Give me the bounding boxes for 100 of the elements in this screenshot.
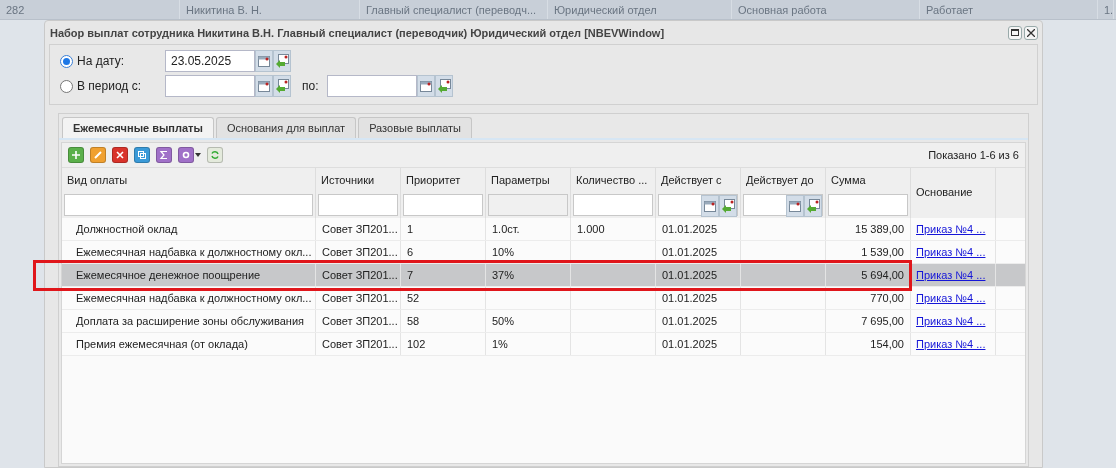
table-cell: Совет ЗП201...: [316, 287, 401, 309]
close-button[interactable]: [1024, 25, 1038, 40]
sigma-icon: [159, 150, 169, 160]
tab[interactable]: Ежемесячные выплаты: [62, 117, 214, 138]
column-header[interactable]: Вид оплаты: [64, 170, 313, 186]
table-cell: 6: [401, 241, 486, 263]
calendar-arrow-icon: [436, 79, 451, 93]
background-grid-cell: 1.: [1098, 0, 1114, 19]
table-cell: 7 695,00: [826, 310, 911, 332]
close-icon: [115, 150, 125, 160]
calendar-icon: [704, 200, 716, 212]
copy-button[interactable]: [134, 147, 150, 163]
copy-icon: [137, 150, 147, 160]
document-link[interactable]: Приказ №4 ...: [916, 338, 986, 350]
close-icon: [1027, 28, 1035, 37]
table-cell: 102: [401, 333, 486, 355]
table-row[interactable]: Должностной оклад Совет ЗП201... 1 1.0ст. 1.000 01.01.2025 15 389,00 Приказ №4 ...: [62, 218, 1025, 241]
table-cell: Ежемесячная надбавка к должностному окл...: [62, 241, 316, 263]
filter-field[interactable]: [318, 194, 398, 216]
calendar-button[interactable]: [255, 50, 273, 72]
settings-button[interactable]: [178, 147, 194, 163]
field-label: На дату:: [77, 54, 126, 68]
paging-info: Показано 1-6 из 6: [928, 149, 1019, 161]
table-cell: 37%: [486, 264, 571, 286]
calendar-icon: [258, 55, 270, 67]
table-cell: Доплата за расширение зоны обслуживания: [62, 310, 316, 332]
table-cell: Совет ЗП201...: [316, 241, 401, 263]
calendar-icon: [258, 80, 270, 92]
sum-button[interactable]: [156, 147, 172, 163]
date-field[interactable]: [165, 75, 255, 97]
column-header[interactable]: Основание: [913, 182, 993, 198]
table-cell: 52: [401, 287, 486, 309]
date-filter-field[interactable]: [743, 194, 823, 216]
date-filter-field[interactable]: [658, 194, 738, 216]
calendar-icon: [419, 80, 432, 92]
table-cell: Ежемесячное денежное поощрение: [62, 264, 316, 286]
table-row[interactable]: Премия ежемесячная (от оклада) Совет ЗП201... 102 1% 01.01.2025 154,00 Приказ №4 ...: [62, 333, 1025, 356]
table-cell: Совет ЗП201...: [316, 264, 401, 286]
add-button[interactable]: [68, 147, 84, 163]
filter-field[interactable]: [573, 194, 653, 216]
table-cell: 154,00: [826, 333, 911, 355]
calendar-arrow-icon: [721, 199, 735, 213]
table-cell: 1 539,00: [826, 241, 911, 263]
table-cell: 01.01.2025: [656, 218, 741, 240]
refresh-icon: [210, 150, 220, 160]
table-cell: 01.01.2025: [656, 333, 741, 355]
document-link[interactable]: Приказ №4 ...: [916, 292, 986, 304]
table-cell: 01.01.2025: [656, 264, 741, 286]
reset-date-button[interactable]: [273, 75, 291, 97]
column-header[interactable]: Сумма: [828, 170, 908, 186]
date-field[interactable]: [326, 75, 417, 97]
tab[interactable]: Основания для выплат: [215, 117, 357, 138]
calendar-arrow-icon: [806, 199, 820, 213]
radio-button[interactable]: [60, 79, 73, 93]
background-grid-cell: Никитина В. Н.: [180, 0, 360, 19]
calendar-arrow-icon: [275, 54, 289, 68]
document-link[interactable]: Приказ №4 ...: [916, 315, 986, 327]
background-grid-cell: Работает: [920, 0, 1098, 19]
document-link[interactable]: Приказ №4 ...: [916, 223, 986, 235]
pencil-icon: [93, 150, 103, 160]
filter-field[interactable]: [403, 194, 483, 216]
document-link[interactable]: Приказ №4 ...: [916, 269, 986, 281]
date-field[interactable]: 23.05.2025: [165, 50, 255, 72]
refresh-button[interactable]: [207, 147, 223, 163]
table-cell: 58: [401, 310, 486, 332]
table-cell: Совет ЗП201...: [316, 310, 401, 332]
filter-field[interactable]: [828, 194, 908, 216]
field-label: В период с:: [77, 79, 142, 93]
maximize-icon: [1011, 29, 1019, 36]
plus-icon: [71, 150, 81, 160]
table-cell: Совет ЗП201...: [316, 333, 401, 355]
column-header[interactable]: Действует до: [743, 170, 823, 186]
table-cell: Ежемесячная надбавка к должностному окл...: [62, 287, 316, 309]
calendar-icon: [789, 200, 801, 212]
background-grid-cell: Главный специалист (переводч...: [360, 0, 548, 19]
table-cell: 50%: [486, 310, 571, 332]
reset-date-button[interactable]: [719, 195, 737, 217]
column-header[interactable]: Источники: [318, 170, 398, 186]
table-cell: 1.0ст.: [486, 218, 571, 240]
document-link[interactable]: Приказ №4 ...: [916, 246, 986, 258]
table-cell: 770,00: [826, 287, 911, 309]
calendar-button[interactable]: [255, 75, 273, 97]
column-header[interactable]: Параметры: [488, 170, 568, 186]
edit-button[interactable]: [90, 147, 106, 163]
caret-icon: [195, 153, 201, 157]
column-header[interactable]: Количество ...: [573, 170, 653, 186]
column-header[interactable]: Приоритет: [403, 170, 483, 186]
table-row[interactable]: Ежемесячная надбавка к должностному окл... Совет ЗП201... 6 10% 01.01.2025 1 539,00 Приказ №4 ...: [62, 241, 1025, 264]
delete-button[interactable]: [112, 147, 128, 163]
tab[interactable]: Разовые выплаты: [358, 117, 472, 138]
maximize-button[interactable]: [1008, 25, 1022, 40]
column-header[interactable]: Действует с: [658, 170, 738, 186]
reset-date-button[interactable]: [273, 50, 291, 72]
reset-date-button[interactable]: [804, 195, 822, 217]
radio-button[interactable]: [60, 54, 73, 68]
calendar-button[interactable]: [701, 195, 719, 217]
calendar-button[interactable]: [786, 195, 804, 217]
filter-field[interactable]: [64, 194, 313, 216]
table-row[interactable]: Доплата за расширение зоны обслуживания Совет ЗП201... 58 50% 01.01.2025 7 695,00 Приказ №4 ...: [62, 310, 1025, 333]
table-row[interactable]: Ежемесячная надбавка к должностному окл... Совет ЗП201... 52 01.01.2025 770,00 Приказ №4 ...: [62, 287, 1025, 310]
